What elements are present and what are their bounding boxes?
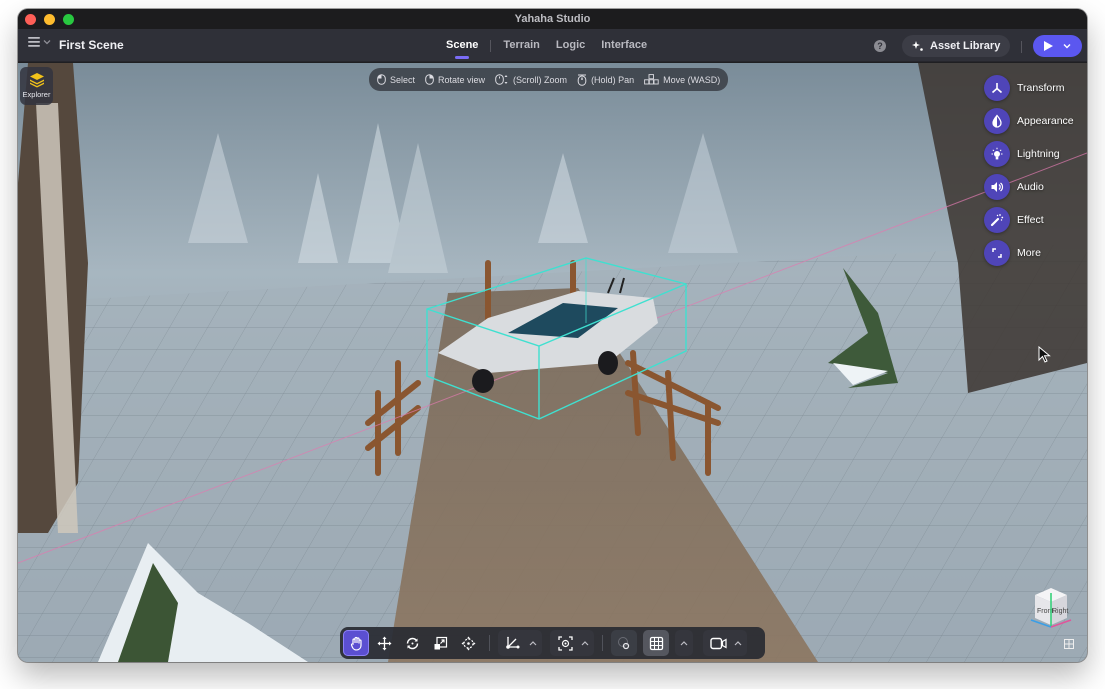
grid-toggle-button[interactable] <box>643 630 669 656</box>
close-window-button[interactable] <box>25 14 36 25</box>
property-lightning[interactable]: Lightning <box>984 140 1074 167</box>
pivot-group <box>550 630 594 656</box>
crosshair-move-icon <box>461 636 475 650</box>
rotate-icon <box>406 637 418 649</box>
speaker-icon <box>991 181 1004 192</box>
tab-scene[interactable]: Scene <box>438 29 486 62</box>
tab-interface[interactable]: Interface <box>593 29 655 62</box>
mouse-right-icon <box>425 74 434 85</box>
mouse-left-icon <box>377 74 386 85</box>
property-audio[interactable]: Audio <box>984 173 1074 200</box>
chevron-up-icon <box>581 640 589 645</box>
toolbar-divider <box>602 635 603 651</box>
lightbulb-icon <box>991 147 1003 159</box>
view-cube-gizmo: Front Right <box>1030 588 1072 628</box>
minimize-window-button[interactable] <box>44 14 55 25</box>
snap-toggle-button[interactable] <box>611 630 637 656</box>
move-arrows-icon <box>377 636 391 650</box>
move-tool-button[interactable] <box>371 630 397 656</box>
property-effect[interactable]: Effect <box>984 206 1074 233</box>
header-divider <box>1021 41 1022 53</box>
focus-target-icon <box>557 635 573 651</box>
hand-tool-button[interactable] <box>343 630 369 656</box>
hint-zoom: (Scroll) Zoom <box>495 74 567 85</box>
grid-settings-dropdown[interactable] <box>677 630 691 656</box>
app-window: Yahaha Studio First Scene Scene Terrain … <box>18 9 1087 662</box>
mouse-scroll-icon <box>495 74 508 85</box>
grid-icon <box>649 636 663 650</box>
hand-icon <box>350 636 362 651</box>
scene-render <box>18 63 1087 662</box>
snap-icon <box>617 636 629 649</box>
play-button[interactable] <box>1033 35 1082 57</box>
help-button[interactable]: ? <box>874 40 886 52</box>
editor-header: First Scene Scene Terrain Logic Interfac… <box>18 29 1087 62</box>
transform-tool-button[interactable] <box>455 630 481 656</box>
explorer-button[interactable]: Explorer <box>20 67 53 105</box>
pivot-dropdown[interactable] <box>578 630 592 656</box>
tab-divider <box>490 39 492 52</box>
layers-icon <box>29 73 44 88</box>
grid-settings-group <box>675 630 693 656</box>
expand-icon <box>992 247 1002 258</box>
scene-name[interactable]: First Scene <box>59 38 124 52</box>
scene-viewport[interactable]: Explorer Select Rotate view (Scroll) Zoo… <box>18 63 1087 662</box>
hint-pan: (Hold) Pan <box>577 74 634 86</box>
pivot-button[interactable] <box>552 630 578 656</box>
axes-icon <box>506 636 520 649</box>
bottom-toolbar <box>340 627 765 659</box>
mouse-middle-icon <box>577 74 587 86</box>
hint-rotate: Rotate view <box>425 74 485 85</box>
asset-library-button[interactable]: Asset Library <box>902 35 1011 57</box>
camera-group <box>703 630 747 656</box>
explorer-label: Explorer <box>22 90 51 99</box>
app-title: Yahaha Studio <box>514 13 591 25</box>
camera-icon <box>709 637 727 649</box>
mode-tabs: Scene Terrain Logic Interface <box>438 29 655 62</box>
wasd-keys-icon <box>644 74 659 85</box>
tab-terrain[interactable]: Terrain <box>495 29 547 62</box>
property-more[interactable]: More <box>984 239 1074 266</box>
camera-dropdown[interactable] <box>731 630 745 656</box>
layout-grid-icon[interactable] <box>1064 639 1074 649</box>
appearance-icon <box>992 114 1002 128</box>
mouse-cursor-icon <box>1038 346 1051 363</box>
asset-library-label: Asset Library <box>930 40 1001 52</box>
property-transform[interactable]: Transform <box>984 74 1074 101</box>
cube-face-right[interactable]: Right <box>1052 608 1068 615</box>
coordinate-space-group <box>498 630 542 656</box>
hint-select: Select <box>377 74 415 85</box>
hamburger-icon <box>28 37 40 47</box>
main-menu-button[interactable] <box>28 37 51 47</box>
controls-hint-bar: Select Rotate view (Scroll) Zoom (Hold) … <box>369 68 729 91</box>
maximize-window-button[interactable] <box>63 14 74 25</box>
coordinate-space-dropdown[interactable] <box>526 630 540 656</box>
scale-icon <box>434 636 447 649</box>
title-bar: Yahaha Studio <box>18 9 1087 29</box>
scale-tool-button[interactable] <box>427 630 453 656</box>
chevron-down-icon <box>43 40 51 45</box>
chevron-up-icon <box>734 640 742 645</box>
tab-logic[interactable]: Logic <box>548 29 593 62</box>
view-cube[interactable]: Front Right <box>1021 585 1081 647</box>
camera-button[interactable] <box>705 630 731 656</box>
sparkle-icon <box>912 41 923 51</box>
chevron-down-icon[interactable] <box>1063 43 1071 49</box>
coordinate-space-button[interactable] <box>500 630 526 656</box>
toolbar-divider <box>489 635 490 651</box>
property-appearance[interactable]: Appearance <box>984 107 1074 134</box>
magic-wand-icon <box>990 213 1004 226</box>
chevron-up-icon <box>680 640 688 645</box>
transform-icon <box>991 82 1003 93</box>
play-icon <box>1044 41 1053 51</box>
window-controls <box>25 14 74 25</box>
hint-move: Move (WASD) <box>644 74 720 85</box>
properties-panel: Transform Appearance Lightning Audio Eff… <box>984 74 1074 266</box>
chevron-up-icon <box>529 640 537 645</box>
rotate-tool-button[interactable] <box>399 630 425 656</box>
